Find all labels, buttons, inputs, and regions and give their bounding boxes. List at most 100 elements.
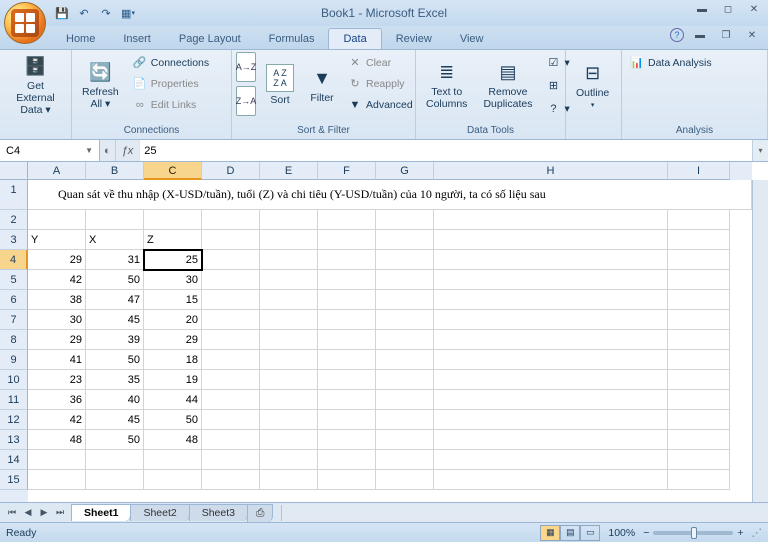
col-header-D[interactable]: D bbox=[202, 162, 260, 180]
cell-B13[interactable]: 50 bbox=[86, 430, 144, 450]
cell-F14[interactable] bbox=[318, 450, 376, 470]
cell-B14[interactable] bbox=[86, 450, 144, 470]
cell-I11[interactable] bbox=[668, 390, 730, 410]
cell-H11[interactable] bbox=[434, 390, 668, 410]
cell-A3[interactable]: Y bbox=[28, 230, 86, 250]
row-header-14[interactable]: 14 bbox=[0, 450, 28, 470]
row-header-12[interactable]: 12 bbox=[0, 410, 28, 430]
col-header-A[interactable]: A bbox=[28, 162, 86, 180]
cell-B7[interactable]: 45 bbox=[86, 310, 144, 330]
cell-G6[interactable] bbox=[376, 290, 434, 310]
cell-I3[interactable] bbox=[668, 230, 730, 250]
cell-E8[interactable] bbox=[260, 330, 318, 350]
advanced-filter-button[interactable]: ▼Advanced bbox=[344, 94, 417, 115]
cell-E7[interactable] bbox=[260, 310, 318, 330]
col-header-F[interactable]: F bbox=[318, 162, 376, 180]
cell-A1[interactable]: Quan sát về thu nhập (X-USD/tuần), tuổi … bbox=[28, 180, 693, 210]
close-button[interactable]: ✕ bbox=[744, 2, 764, 16]
cell-D3[interactable] bbox=[202, 230, 260, 250]
sort-za-button[interactable]: Z→A bbox=[236, 86, 256, 116]
name-box[interactable]: C4▼ bbox=[0, 140, 100, 161]
cell-B9[interactable]: 50 bbox=[86, 350, 144, 370]
cell-I13[interactable] bbox=[668, 430, 730, 450]
cell-I15[interactable] bbox=[668, 470, 730, 490]
cell-B10[interactable]: 35 bbox=[86, 370, 144, 390]
row-header-6[interactable]: 6 bbox=[0, 290, 28, 310]
cell-C7[interactable]: 20 bbox=[144, 310, 202, 330]
col-header-C[interactable]: C bbox=[144, 162, 202, 180]
cell-E5[interactable] bbox=[260, 270, 318, 290]
cell-H2[interactable] bbox=[434, 210, 668, 230]
cell-I4[interactable] bbox=[668, 250, 730, 270]
cell-A9[interactable]: 41 bbox=[28, 350, 86, 370]
row-header-3[interactable]: 3 bbox=[0, 230, 28, 250]
sheet-tab-sheet3[interactable]: Sheet3 bbox=[189, 504, 248, 521]
properties-button[interactable]: 📄Properties bbox=[129, 73, 213, 94]
cell-D6[interactable] bbox=[202, 290, 260, 310]
cell-E14[interactable] bbox=[260, 450, 318, 470]
cell-G2[interactable] bbox=[376, 210, 434, 230]
vertical-scrollbar[interactable] bbox=[752, 180, 768, 502]
cell-G14[interactable] bbox=[376, 450, 434, 470]
cell-H15[interactable] bbox=[434, 470, 668, 490]
row-header-2[interactable]: 2 bbox=[0, 210, 28, 230]
remove-duplicates-button[interactable]: ▤ Remove Duplicates bbox=[477, 52, 538, 118]
maximize-button[interactable]: ◻ bbox=[718, 2, 738, 16]
cell-I8[interactable] bbox=[668, 330, 730, 350]
row-header-7[interactable]: 7 bbox=[0, 310, 28, 330]
cell-A7[interactable]: 30 bbox=[28, 310, 86, 330]
cell-E9[interactable] bbox=[260, 350, 318, 370]
undo-icon[interactable]: ↶ bbox=[74, 3, 94, 23]
cell-D9[interactable] bbox=[202, 350, 260, 370]
cell-A15[interactable] bbox=[28, 470, 86, 490]
cell-F10[interactable] bbox=[318, 370, 376, 390]
zoom-in-button[interactable]: + bbox=[737, 527, 743, 539]
row-header-8[interactable]: 8 bbox=[0, 330, 28, 350]
row-header-4[interactable]: 4 bbox=[0, 250, 28, 270]
cell-A13[interactable]: 48 bbox=[28, 430, 86, 450]
cell-G7[interactable] bbox=[376, 310, 434, 330]
cell-D15[interactable] bbox=[202, 470, 260, 490]
office-button[interactable] bbox=[4, 2, 46, 44]
tab-home[interactable]: Home bbox=[52, 29, 109, 49]
cell-I2[interactable] bbox=[668, 210, 730, 230]
formula-bar[interactable]: 25 bbox=[139, 140, 752, 161]
cell-B11[interactable]: 40 bbox=[86, 390, 144, 410]
cell-E6[interactable] bbox=[260, 290, 318, 310]
cell-B5[interactable]: 50 bbox=[86, 270, 144, 290]
tab-review[interactable]: Review bbox=[382, 29, 446, 49]
cell-E4[interactable] bbox=[260, 250, 318, 270]
cell-E12[interactable] bbox=[260, 410, 318, 430]
cell-C3[interactable]: Z bbox=[144, 230, 202, 250]
minimize-button[interactable]: ▬ bbox=[692, 2, 712, 16]
cell-F7[interactable] bbox=[318, 310, 376, 330]
cell-C15[interactable] bbox=[144, 470, 202, 490]
cell-F2[interactable] bbox=[318, 210, 376, 230]
cell-C11[interactable]: 44 bbox=[144, 390, 202, 410]
cell-C2[interactable] bbox=[144, 210, 202, 230]
horizontal-scrollbar[interactable] bbox=[281, 505, 768, 521]
col-header-B[interactable]: B bbox=[86, 162, 144, 180]
edit-links-button[interactable]: ∞Edit Links bbox=[129, 94, 213, 115]
col-header-G[interactable]: G bbox=[376, 162, 434, 180]
cell-I5[interactable] bbox=[668, 270, 730, 290]
sheet-nav-next-icon[interactable]: ▶ bbox=[36, 507, 52, 518]
cell-C10[interactable]: 19 bbox=[144, 370, 202, 390]
cell-F8[interactable] bbox=[318, 330, 376, 350]
cell-H7[interactable] bbox=[434, 310, 668, 330]
cell-D8[interactable] bbox=[202, 330, 260, 350]
normal-view-button[interactable]: ▦ bbox=[540, 525, 560, 541]
row-header-11[interactable]: 11 bbox=[0, 390, 28, 410]
sheet-nav-first-icon[interactable]: ⏮ bbox=[4, 507, 20, 518]
cell-G13[interactable] bbox=[376, 430, 434, 450]
tab-page-layout[interactable]: Page Layout bbox=[165, 29, 255, 49]
cell-H12[interactable] bbox=[434, 410, 668, 430]
refresh-all-button[interactable]: 🔄 Refresh All ▾ bbox=[76, 52, 125, 118]
cell-F13[interactable] bbox=[318, 430, 376, 450]
cell-F12[interactable] bbox=[318, 410, 376, 430]
tab-data[interactable]: Data bbox=[328, 28, 381, 49]
connections-button[interactable]: 🔗Connections bbox=[129, 52, 213, 73]
row-header-9[interactable]: 9 bbox=[0, 350, 28, 370]
row-header-5[interactable]: 5 bbox=[0, 270, 28, 290]
workbook-minimize-button[interactable]: ▬ bbox=[690, 28, 710, 42]
